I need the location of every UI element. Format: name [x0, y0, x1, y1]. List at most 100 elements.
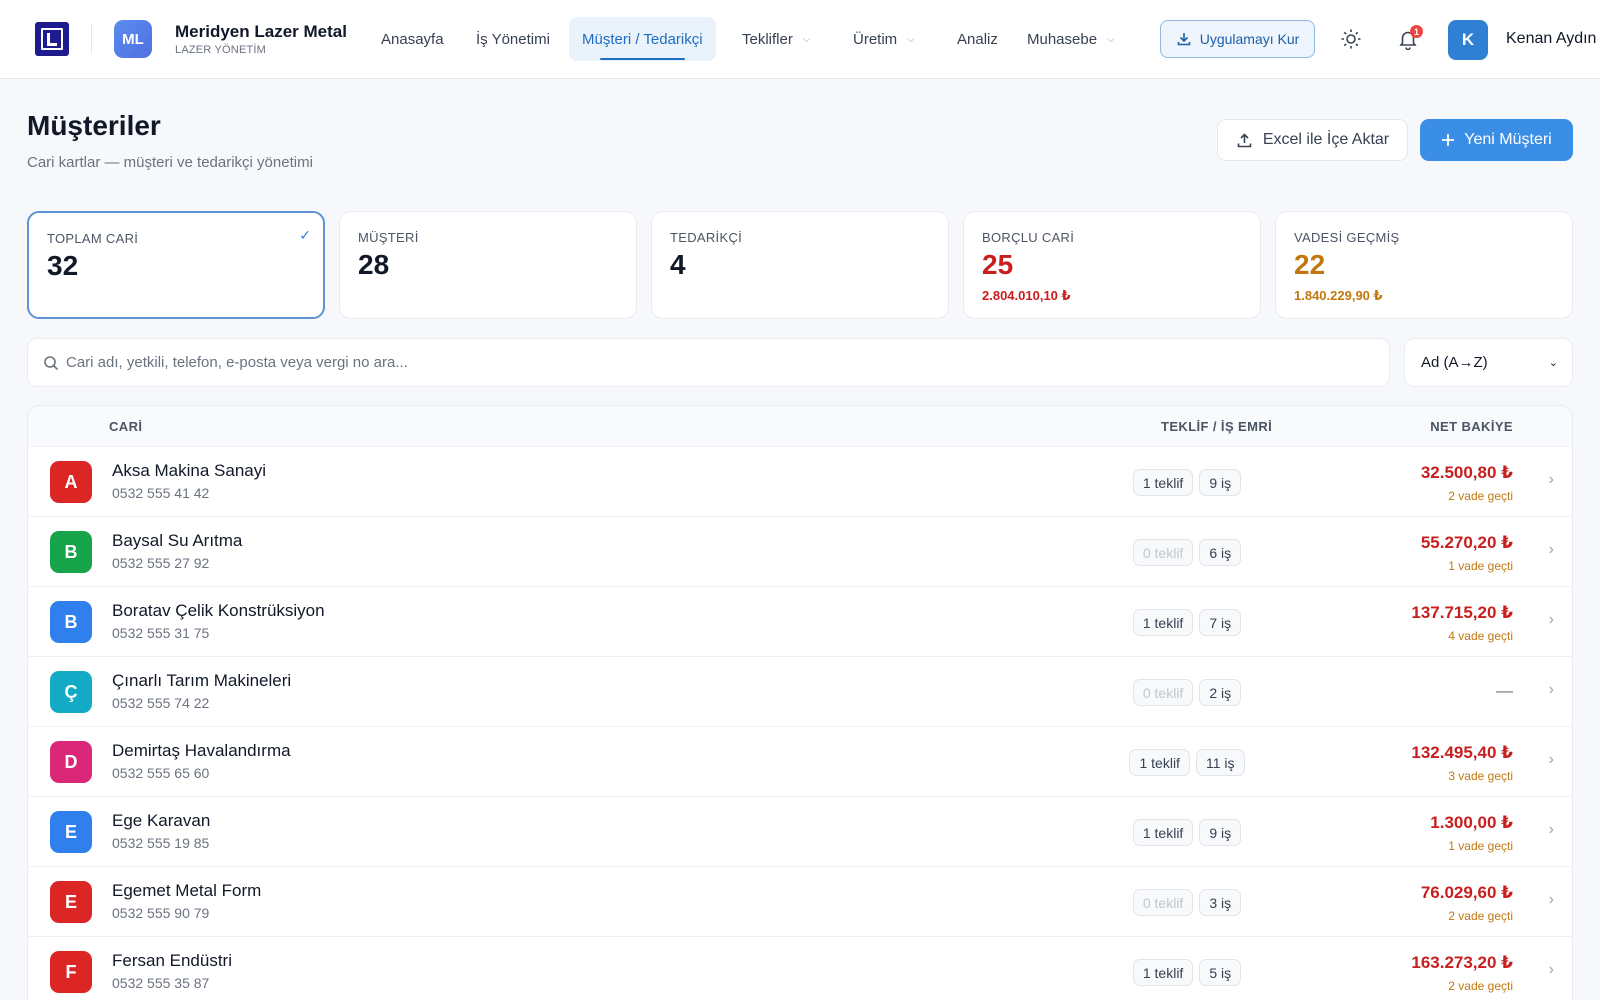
chevron-right-icon[interactable]: ›: [1549, 611, 1554, 629]
net-balance: 137.715,20 ₺: [1411, 603, 1513, 622]
chevron-down-icon: ⌄: [1548, 357, 1558, 369]
teklif-is-chips: 0 teklif 3 iş: [1068, 889, 1306, 916]
is-count-chip: 6 iş: [1199, 539, 1242, 566]
is-count-chip: 5 iş: [1199, 959, 1242, 986]
notifications-button[interactable]: 1: [1393, 24, 1423, 54]
page-title: Müşteriler: [27, 110, 161, 141]
sort-value: Ad (A→Z): [1421, 354, 1488, 371]
nav-label: Üretim: [853, 30, 898, 48]
sort-select[interactable]: Ad (A→Z) ⌄: [1404, 338, 1573, 387]
customer-name: Egemet Metal Form: [112, 881, 262, 900]
teklif-count-chip: 1 teklif: [1129, 749, 1190, 776]
download-icon: [1177, 33, 1191, 46]
teklif-is-chips: 1 teklif 7 iş: [1068, 609, 1306, 636]
chevron-right-icon[interactable]: ›: [1549, 471, 1554, 489]
app-logo[interactable]: [35, 22, 69, 56]
nav-item-is-yonetimi[interactable]: İş Yönetimi: [476, 17, 550, 61]
theme-toggle-button[interactable]: [1336, 24, 1366, 54]
customer-name: Fersan Endüstri: [112, 951, 232, 970]
overdue-note: 2 vade geçti: [1448, 979, 1513, 993]
customer-phone: 0532 555 19 85: [112, 835, 210, 851]
net-balance: 76.029,60 ₺: [1420, 883, 1513, 902]
chevron-down-icon: ⌵: [1107, 33, 1115, 45]
nav-divider: [91, 24, 92, 54]
customer-avatar: B: [50, 531, 92, 573]
customer-phone: 0532 555 41 42: [112, 485, 210, 501]
column-header-teklif[interactable]: TEKLİF / İŞ EMRİ: [1161, 419, 1272, 434]
teklif-is-chips: 1 teklif 9 iş: [1068, 819, 1306, 846]
table-row[interactable]: A Aksa Makina Sanayi 0532 555 41 42 1 tekli…: [28, 447, 1572, 517]
table-header: CARİ TEKLİF / İŞ EMRİ NET BAKİYE: [28, 406, 1572, 447]
customer-name: Ege Karavan: [112, 811, 211, 830]
is-count-chip: 11 iş: [1195, 749, 1245, 776]
stat-card-total[interactable]: TOPLAM CARİ 32 ✓: [27, 211, 325, 319]
stat-card-overdue[interactable]: VADESİ GEÇMİŞ 22 1.840.229,90 ₺: [1275, 211, 1573, 319]
stat-label: MÜŞTERİ: [358, 230, 419, 245]
nav-item-anasayfa[interactable]: Anasayfa: [381, 17, 444, 61]
stat-card-suppliers[interactable]: TEDARİKÇİ 4: [651, 211, 949, 319]
table-row[interactable]: E Egemet Metal Form 0532 555 90 79 0 teklif…: [28, 867, 1572, 937]
column-header-bakiye[interactable]: NET BAKİYE: [1430, 419, 1513, 434]
net-balance: 132.495,40 ₺: [1411, 743, 1513, 762]
new-customer-button[interactable]: Yeni Müşteri: [1420, 119, 1573, 161]
install-app-button[interactable]: Uygulamayı Kur: [1160, 20, 1315, 58]
nav-label: Muhasebe: [1027, 30, 1098, 48]
customer-phone: 0532 555 65 60: [112, 765, 210, 781]
table-row[interactable]: B Baysal Su Arıtma 0532 555 27 92 0 teklif 6…: [28, 517, 1572, 587]
nav-item-muhasebe[interactable]: Muhasebe ⌵: [1027, 17, 1115, 61]
teklif-is-chips: 1 teklif 11 iş: [1068, 749, 1306, 776]
user-avatar[interactable]: K: [1448, 20, 1488, 60]
teklif-is-chips: 1 teklif 9 iş: [1068, 469, 1306, 496]
overdue-note: 1 vade geçti: [1448, 559, 1513, 573]
chevron-right-icon[interactable]: ›: [1549, 961, 1554, 979]
chevron-down-icon: ⌵: [907, 33, 915, 45]
stat-value: 28: [358, 249, 390, 280]
table-row[interactable]: Ç Çınarlı Tarım Makineleri 0532 555 74 22 0…: [28, 657, 1572, 727]
customer-avatar: E: [50, 811, 92, 853]
chevron-right-icon[interactable]: ›: [1549, 751, 1554, 769]
overdue-note: 1 vade geçti: [1448, 839, 1513, 853]
teklif-count-chip: 1 teklif: [1132, 609, 1194, 636]
install-app-label: Uygulamayı Kur: [1199, 31, 1300, 47]
chevron-right-icon[interactable]: ›: [1549, 821, 1554, 839]
net-balance: 55.270,20 ₺: [1420, 533, 1513, 552]
nav-item-musteri-tedarikci[interactable]: Müşteri / Tedarikçi: [569, 17, 716, 61]
teklif-count-chip: 1 teklif: [1132, 959, 1194, 986]
upload-icon: [1237, 132, 1252, 147]
stat-value: 4: [670, 249, 686, 280]
table-row[interactable]: D Demirtaş Havalandırma 0532 555 65 60 1 te…: [28, 727, 1572, 797]
nav-item-teklifler[interactable]: Teklifler ⌵: [742, 17, 810, 61]
chevron-right-icon[interactable]: ›: [1549, 891, 1554, 909]
nav-item-uretim[interactable]: Üretim ⌵: [853, 17, 915, 61]
chevron-right-icon[interactable]: ›: [1549, 681, 1554, 699]
user-name[interactable]: Kenan Aydın: [1506, 30, 1596, 48]
table-row[interactable]: B Boratav Çelik Konstrüksiyon 0532 555 31 …: [28, 587, 1572, 657]
search-input[interactable]: [66, 340, 1376, 385]
teklif-count-chip: 0 teklif: [1132, 539, 1194, 566]
column-header-cari[interactable]: CARİ: [109, 419, 142, 434]
customer-name: Aksa Makina Sanayi: [112, 461, 267, 480]
customer-phone: 0532 555 27 92: [112, 555, 210, 571]
search-box: [27, 338, 1390, 387]
net-balance: 163.273,20 ₺: [1411, 953, 1513, 972]
stat-card-debtors[interactable]: BORÇLU CARİ 25 2.804.010,10 ₺: [963, 211, 1261, 319]
overdue-note: 2 vade geçti: [1448, 489, 1513, 503]
table-row[interactable]: E Ege Karavan 0532 555 19 85 1 teklif 9 iş 1.…: [28, 797, 1572, 867]
nav-label: İş Yönetimi: [476, 30, 550, 48]
sun-icon: [1341, 29, 1361, 49]
customer-phone: 0532 555 74 22: [112, 695, 210, 711]
excel-import-button[interactable]: Excel ile İçe Aktar: [1217, 119, 1408, 161]
plus-icon: [1442, 134, 1455, 146]
chevron-down-icon: ⌵: [802, 33, 811, 45]
stat-card-customers[interactable]: MÜŞTERİ 28: [339, 211, 637, 319]
overdue-note: 4 vade geçti: [1448, 629, 1513, 643]
nav-label: Müşteri / Tedarikçi: [582, 30, 703, 48]
org-avatar[interactable]: ML: [114, 20, 152, 58]
excel-import-label: Excel ile İçe Aktar: [1262, 131, 1390, 148]
table-row[interactable]: F Fersan Endüstri 0532 555 35 87 1 teklif 5 …: [28, 937, 1572, 1000]
overdue-note: 3 vade geçti: [1448, 769, 1513, 783]
net-balance: 32.500,80 ₺: [1420, 463, 1513, 482]
is-count-chip: 9 iş: [1199, 819, 1242, 846]
nav-item-analiz[interactable]: Analiz: [957, 17, 998, 61]
chevron-right-icon[interactable]: ›: [1549, 541, 1554, 559]
